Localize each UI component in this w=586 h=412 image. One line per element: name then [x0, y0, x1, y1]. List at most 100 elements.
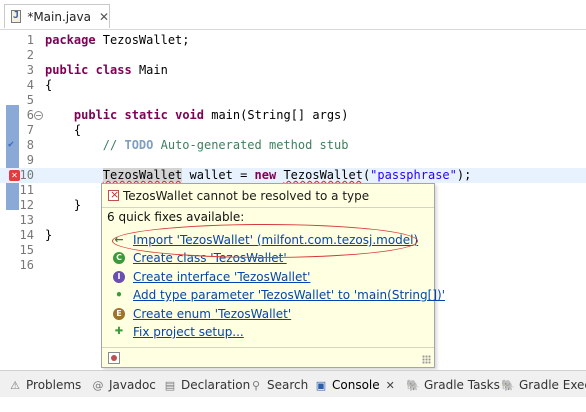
code-token: public: [45, 63, 89, 77]
code-token: Main: [131, 63, 168, 77]
code-line[interactable]: 9: [0, 153, 586, 168]
code-token: }: [45, 228, 53, 242]
line-number: 6: [26, 108, 34, 122]
tab-label: Problems: [26, 378, 82, 392]
code-text[interactable]: {: [45, 78, 52, 93]
code-text[interactable]: }: [45, 228, 52, 243]
close-icon[interactable]: ✕: [386, 379, 395, 392]
code-token: static: [124, 108, 168, 122]
quick-fix-item[interactable]: E Create enum 'TezosWallet': [102, 305, 432, 323]
tab-problems[interactable]: ⚠ Problems: [8, 377, 81, 393]
line-number: 16: [19, 258, 34, 272]
editor-tab-bar: *Main.java ✕: [0, 0, 586, 30]
quick-fix-label[interactable]: Add type parameter 'TezosWallet' to 'mai…: [133, 288, 445, 302]
tab-label: Search: [267, 378, 309, 392]
line-number: 1: [26, 33, 34, 47]
bottom-panel-tabs: ⚠ Problems @ Javadoc ▤ Declaration ⚲ Search ▣ Con…: [0, 370, 586, 397]
import-arrow-icon: ←: [114, 233, 124, 246]
code-line[interactable]: 8 // TODO Auto-generated method stub ✔: [0, 138, 586, 153]
tab-title: *Main.java: [27, 9, 91, 24]
java-file-icon: [11, 10, 22, 23]
line-number: 3: [26, 63, 34, 77]
tab-gradle-execu[interactable]: 🐘 Gradle Execu: [501, 377, 586, 393]
quick-fix-item[interactable]: I Create interface 'TezosWallet': [102, 268, 432, 286]
quick-fix-label[interactable]: Create class 'TezosWallet': [133, 251, 287, 265]
code-line[interactable]: 6 public static void main(String[] args)…: [0, 108, 586, 123]
tab-declaration[interactable]: ▤ Declaration: [163, 377, 250, 393]
code-text[interactable]: // TODO Auto-generated method stub: [45, 138, 349, 153]
code-line[interactable]: 7 {: [0, 123, 586, 138]
gradle-tasks-icon: 🐘: [406, 378, 420, 392]
code-text[interactable]: package TezosWallet;: [45, 33, 190, 48]
code-text[interactable]: }: [45, 198, 81, 213]
code-token: Auto-generated method stub: [153, 138, 349, 152]
code-token: void: [175, 108, 204, 122]
error-icon: [108, 188, 119, 201]
gradle-executions-icon: 🐘: [501, 378, 515, 392]
tab-javadoc[interactable]: @ Javadoc: [91, 377, 156, 393]
console-icon: ▣: [315, 378, 327, 392]
fold-collapse-icon[interactable]: −: [34, 111, 43, 120]
tab-label: Console: [332, 378, 380, 392]
line-number: 4: [26, 78, 34, 92]
resize-grip-icon[interactable]: [422, 355, 431, 364]
configure-problem-severity-icon[interactable]: [108, 352, 120, 364]
quick-fix-item[interactable]: ← Import 'TezosWallet' (milfont.com.tezos…: [102, 231, 432, 249]
tab-search[interactable]: ⚲ Search: [249, 377, 308, 393]
code-line[interactable]: 3 public class Main: [0, 63, 586, 78]
line-number: 14: [19, 228, 34, 242]
code-token: public: [73, 108, 118, 122]
line-number: 2: [26, 48, 34, 62]
quick-fix-header: TezosWallet cannot be resolved to a type: [102, 184, 434, 208]
popup-footer: [102, 347, 434, 367]
error-marker-icon[interactable]: ✕: [9, 170, 20, 181]
code-line[interactable]: 4{: [0, 78, 586, 93]
code-text[interactable]: public class Main: [45, 63, 168, 78]
tab-label: Javadoc: [109, 378, 156, 392]
enum-icon: E: [113, 307, 125, 320]
quick-fix-label[interactable]: Create interface 'TezosWallet': [133, 270, 310, 284]
tab-console[interactable]: ▣ Console ✕: [314, 377, 395, 393]
code-token: //: [102, 138, 125, 152]
code-line[interactable]: 1 package TezosWallet;: [0, 33, 586, 48]
unresolved-type-token: TezosWallet: [102, 168, 183, 182]
tab-gradle-tasks[interactable]: 🐘 Gradle Tasks: [406, 377, 500, 393]
interface-icon: I: [113, 270, 125, 283]
tab-label: Gradle Execu: [519, 378, 586, 392]
quick-fix-label[interactable]: Create enum 'TezosWallet': [133, 307, 291, 321]
error-message: TezosWallet cannot be resolved to a type: [123, 188, 370, 203]
code-token: {: [45, 123, 82, 137]
code-line[interactable]: 5: [0, 93, 586, 108]
line-number: 9: [26, 153, 34, 167]
code-token: "passphrase": [370, 168, 457, 182]
code-token: new: [254, 168, 277, 182]
quick-fix-popup: TezosWallet cannot be resolved to a type…: [101, 183, 445, 368]
tab-label: Declaration: [181, 378, 251, 392]
code-token: );: [456, 168, 472, 182]
task-marker-icon: ✔: [8, 139, 15, 150]
tab-main-java[interactable]: *Main.java ✕: [4, 4, 110, 28]
code-text[interactable]: TezosWallet wallet = new TezosWallet("pa…: [45, 168, 471, 183]
bottom-panel-content: [0, 397, 586, 412]
code-text[interactable]: public static void main(String[] args): [45, 108, 349, 123]
quick-fix-label[interactable]: Fix project setup...: [133, 325, 244, 339]
code-line[interactable]: 2: [0, 48, 586, 63]
code-text[interactable]: {: [45, 123, 81, 138]
line-number: 11: [19, 183, 34, 197]
close-icon[interactable]: ✕: [99, 10, 109, 24]
javadoc-icon: @: [92, 378, 104, 392]
code-token: main(String[] args): [204, 108, 349, 122]
quick-fix-item[interactable]: ✚ Fix project setup...: [102, 323, 432, 341]
quick-fix-item[interactable]: • Add type parameter 'TezosWallet' to 'ma…: [102, 286, 445, 304]
code-token: class: [95, 63, 132, 77]
code-line[interactable]: 10 TezosWallet wallet = new TezosWallet(…: [0, 168, 586, 183]
code-token: }: [45, 198, 82, 212]
quick-fix-label[interactable]: Import 'TezosWallet' (milfont.com.tezosj…: [133, 233, 418, 247]
unresolved-type-token: TezosWallet: [283, 168, 363, 182]
type-parameter-icon: •: [115, 288, 123, 303]
quick-fix-item[interactable]: C Create class 'TezosWallet': [102, 249, 432, 267]
